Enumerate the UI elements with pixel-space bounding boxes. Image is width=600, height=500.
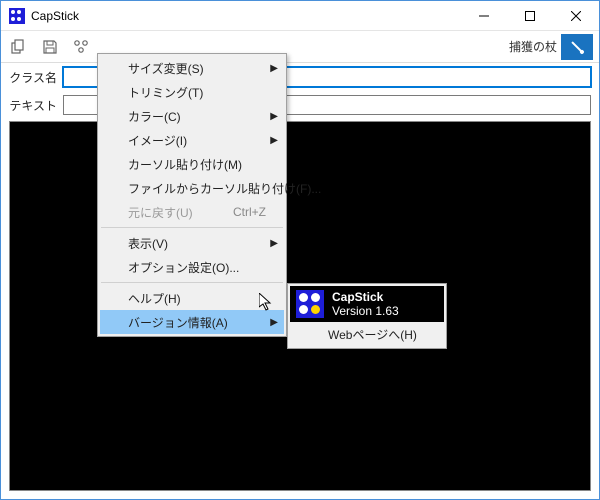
menu-version[interactable]: バージョン情報(A)▶ [100, 310, 284, 334]
menu-options[interactable]: オプション設定(O)... [100, 255, 284, 279]
menu-view[interactable]: 表示(V)▶ [100, 231, 284, 255]
menu-undo: 元に戻す(U)Ctrl+Z [100, 200, 284, 224]
menu-color[interactable]: カラー(C)▶ [100, 104, 284, 128]
app-icon [296, 290, 324, 318]
text-label: テキスト [9, 97, 57, 114]
menu-separator [101, 282, 283, 283]
app-window: CapStick 捕獲の杖 [0, 0, 600, 500]
minimize-button[interactable] [461, 1, 507, 30]
window-title: CapStick [31, 9, 461, 23]
copy-icon[interactable] [7, 36, 29, 58]
window-controls [461, 1, 599, 30]
menu-separator [101, 227, 283, 228]
about-item[interactable]: CapStick Version 1.63 [290, 286, 444, 322]
menu-cursor-paste-file[interactable]: ファイルからカーソル貼り付け(F)... [100, 176, 284, 200]
version-submenu: CapStick Version 1.63 Webページへ(H) [287, 283, 447, 349]
close-button[interactable] [553, 1, 599, 30]
chevron-right-icon: ▶ [270, 317, 278, 328]
menu-trimming[interactable]: トリミング(T) [100, 80, 284, 104]
maximize-button[interactable] [507, 1, 553, 30]
wand-icon [561, 34, 593, 60]
capture-label: 捕獲の杖 [509, 38, 557, 55]
menu-help[interactable]: ヘルプ(H) [100, 286, 284, 310]
settings-icon[interactable] [71, 36, 93, 58]
save-icon[interactable] [39, 36, 61, 58]
class-label: クラス名 [9, 69, 57, 86]
about-text: CapStick Version 1.63 [332, 290, 399, 318]
app-icon [9, 8, 25, 24]
chevron-right-icon: ▶ [270, 135, 278, 146]
toolbar: 捕獲の杖 [1, 31, 599, 63]
chevron-right-icon: ▶ [270, 63, 278, 74]
context-menu: サイズ変更(S)▶ トリミング(T) カラー(C)▶ イメージ(I)▶ カーソル… [97, 53, 287, 337]
capture-tool[interactable]: 捕獲の杖 [509, 34, 593, 60]
menu-webpage[interactable]: Webページへ(H) [290, 322, 444, 346]
class-row: クラス名 [1, 63, 599, 91]
menu-resize[interactable]: サイズ変更(S)▶ [100, 56, 284, 80]
chevron-right-icon: ▶ [270, 238, 278, 249]
text-row: テキスト [1, 91, 599, 119]
menu-image[interactable]: イメージ(I)▶ [100, 128, 284, 152]
menu-cursor-paste[interactable]: カーソル貼り付け(M) [100, 152, 284, 176]
titlebar: CapStick [1, 1, 599, 31]
chevron-right-icon: ▶ [270, 111, 278, 122]
